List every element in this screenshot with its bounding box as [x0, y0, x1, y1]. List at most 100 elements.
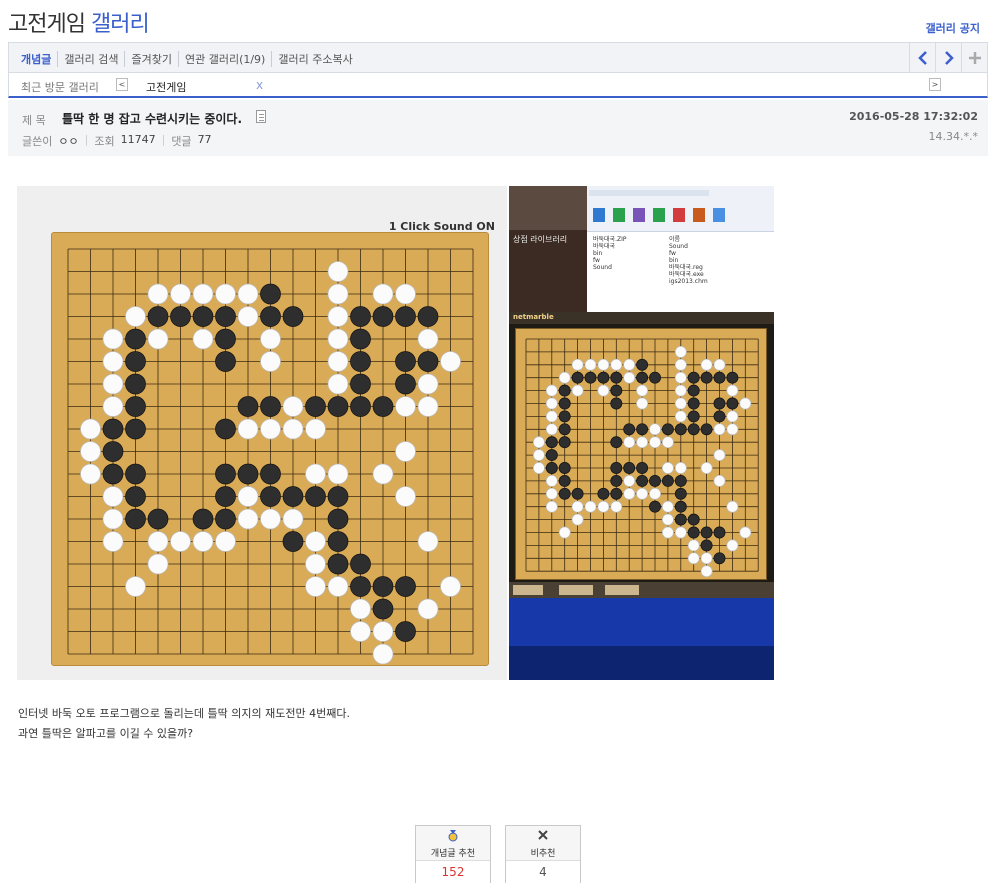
white-stone [687, 539, 700, 552]
recent-gallery-item[interactable]: 고전게임 [146, 79, 186, 95]
black-stone [610, 436, 623, 449]
black-stone [674, 500, 687, 513]
post-ip: 14.34.*.* [928, 130, 978, 143]
file-item[interactable]: bin [669, 257, 708, 264]
black-stone [674, 487, 687, 500]
file-item[interactable]: 바둑대국.exe [669, 271, 708, 278]
gallery-title-accent[interactable]: 갤러리 [91, 12, 150, 37]
white-stone [327, 261, 349, 282]
white-stone [610, 500, 623, 513]
document-icon [256, 110, 266, 123]
white-stone [327, 283, 349, 305]
white-stone [726, 423, 739, 436]
gallery-title-main[interactable]: 고전게임 [8, 12, 86, 37]
white-stone [545, 500, 558, 513]
recent-gallery-close[interactable]: x [256, 78, 263, 92]
nav-item-favorites[interactable]: 즐겨찾기 [125, 51, 179, 67]
chevron-left-icon[interactable] [909, 43, 935, 72]
black-stone [350, 328, 371, 350]
black-stone [610, 371, 623, 384]
white-stone [739, 397, 752, 410]
white-stone [700, 552, 713, 565]
black-stone [260, 463, 281, 485]
white-stone [532, 462, 545, 474]
white-stone [674, 397, 687, 410]
chevron-right-icon[interactable] [935, 43, 961, 72]
not-recommend-button[interactable]: 비추천 4 [505, 825, 581, 883]
tree-item[interactable]: 바둑대국 [593, 243, 627, 250]
white-stone [417, 328, 439, 350]
black-stone [649, 500, 661, 513]
black-stone [260, 306, 281, 327]
recommend-button[interactable]: 개념글 추천 152 [415, 825, 491, 883]
white-stone [571, 358, 584, 371]
author-label: 글쓴이 [22, 135, 53, 148]
white-stone [623, 487, 636, 500]
white-stone [726, 539, 739, 552]
post-body-line: 과연 틀딱은 알파고를 이길 수 있을까? [18, 727, 194, 740]
white-stone [739, 526, 752, 539]
tree-item[interactable]: bin [593, 250, 627, 257]
nav-item-copy-address[interactable]: 갤러리 주소복사 [272, 51, 358, 67]
tree-item[interactable]: 바둑대국.ZIP [593, 236, 627, 243]
recent-prev-button[interactable]: < [116, 78, 128, 91]
white-stone [674, 462, 687, 474]
black-stone [687, 423, 700, 436]
white-stone [661, 513, 674, 526]
white-stone [327, 463, 349, 485]
white-stone [674, 410, 687, 423]
black-stone [610, 397, 623, 410]
white-stone [532, 449, 545, 462]
gallery-header: 고전게임 갤러리 갤러리 공지 [8, 6, 992, 40]
black-stone [597, 371, 610, 384]
black-stone [558, 462, 571, 474]
nav-item-best[interactable]: 개념글 [19, 51, 59, 67]
game-button[interactable] [513, 585, 543, 595]
white-stone [80, 418, 101, 440]
nav-item-related[interactable]: 연관 갤러리(1/9) [179, 51, 273, 67]
black-stone [558, 384, 571, 397]
white-stone [237, 283, 259, 305]
black-stone [687, 371, 700, 384]
white-stone [584, 500, 597, 513]
recent-next-button[interactable]: > [929, 78, 941, 91]
file-item[interactable]: igs2013.chm [669, 278, 708, 285]
plus-icon[interactable] [961, 43, 987, 72]
black-stone [674, 474, 687, 487]
black-stone [623, 423, 636, 436]
file-item[interactable]: 바둑대국.reg [669, 264, 708, 271]
nav-item-search[interactable]: 갤러리 검색 [58, 51, 126, 67]
white-stone [192, 328, 214, 350]
game-button[interactable] [605, 585, 639, 595]
gallery-title[interactable]: 고전게임 갤러리 [8, 6, 150, 38]
black-stone [125, 463, 146, 485]
black-stone [372, 306, 394, 327]
black-stone [558, 436, 571, 449]
black-stone [610, 462, 623, 474]
white-stone [102, 508, 124, 530]
white-stone [545, 397, 558, 410]
file-item[interactable]: fw [669, 250, 708, 257]
gallery-notice-link[interactable]: 갤러리 공지 [926, 20, 980, 36]
file-item[interactable]: Sound [669, 243, 708, 250]
white-stone [372, 283, 394, 305]
black-stone [215, 328, 236, 350]
white-stone [102, 373, 124, 395]
black-stone [713, 397, 726, 410]
not-recommend-label: 비추천 [530, 849, 556, 859]
tree-item[interactable]: Sound [593, 264, 627, 271]
game-button[interactable] [559, 585, 593, 595]
tree-item[interactable]: fw [593, 257, 627, 264]
white-stone [674, 526, 687, 539]
x-icon [506, 830, 580, 843]
black-stone [327, 486, 349, 507]
white-stone [350, 598, 371, 620]
white-stone [558, 526, 571, 539]
post-author[interactable]: ㅇㅇ [58, 133, 78, 149]
black-stone [125, 373, 146, 395]
post-comments[interactable]: 77 [198, 133, 212, 149]
white-stone [532, 436, 545, 449]
post-header: 제 목 틀딱 한 명 잡고 수련시키는 중이다. 2016-05-28 17:3… [8, 100, 988, 156]
white-stone [260, 418, 281, 440]
black-stone [260, 283, 281, 305]
